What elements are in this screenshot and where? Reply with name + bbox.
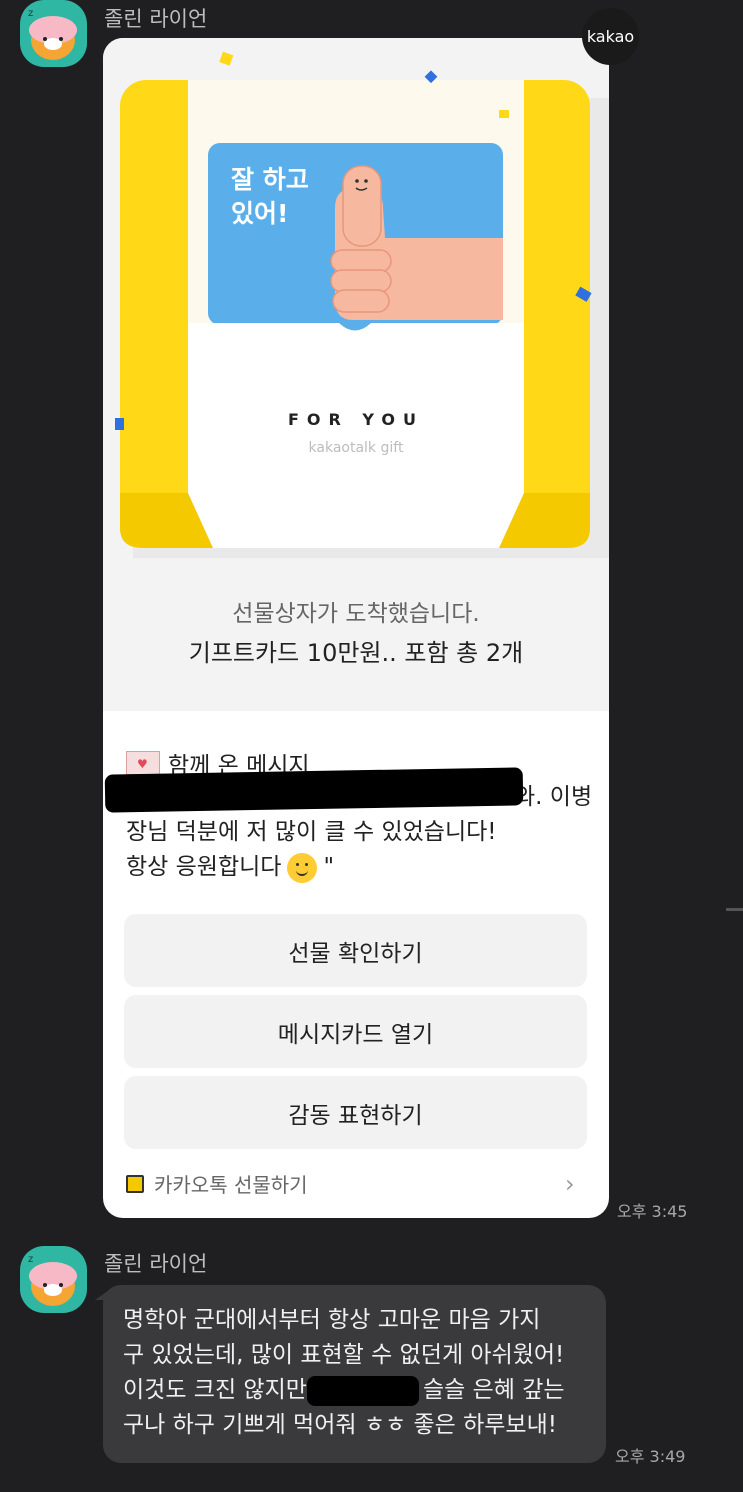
message-time: 오후 3:49: [615, 1447, 686, 1466]
svg-text:z: z: [28, 8, 33, 19]
card-slogan: 잘 하고 있어!: [231, 165, 309, 228]
redacted-text: [307, 1376, 419, 1406]
message-end-quote: ": [323, 854, 335, 880]
svg-text:z: z: [28, 1254, 33, 1265]
smile-emoji-icon: [287, 852, 318, 883]
message-time: 오후 3:45: [617, 1202, 688, 1221]
gift-summary: 기프트카드 10만원.. 포함 총 2개: [188, 639, 524, 667]
scrollbar[interactable]: [726, 908, 743, 911]
gift-card[interactable]: 잘 하고 있어! FOR YOU kakaotalk gift 선물상자가 도착…: [103, 38, 609, 1218]
express-thanks-button[interactable]: 감동 표현하기: [124, 1076, 587, 1149]
bubble-text: 명학아 군대에서부터 항상 고마운 마음 가지 구 있었는데, 많이 표현할 수…: [123, 1303, 593, 1443]
box-top-text: FOR YOU: [287, 410, 425, 429]
gift-footer-link[interactable]: 카카오톡 선물하기: [126, 1169, 308, 1198]
bubble-line: 명학아 군대에서부터 항상 고마운 마음 가지: [123, 1307, 541, 1333]
chevron-right-icon[interactable]: ›: [565, 1170, 575, 1198]
message-line: 항상 응원합니다: [126, 854, 282, 880]
message-line: 장님 덕분에 저 많이 클 수 있었습니다!: [126, 819, 497, 845]
box-brand-text: kakaotalk gift: [308, 440, 404, 456]
love-letter-icon: ♥: [126, 751, 160, 775]
sender-avatar[interactable]: z: [20, 0, 87, 67]
bubble-line: 구 있었는데, 많이 표현할 수 없던게 아쉬웠어!: [123, 1342, 565, 1368]
sender-avatar[interactable]: z: [20, 1246, 87, 1313]
arrive-text: 선물상자가 도착했습니다.: [232, 601, 480, 627]
bubble-line: 이것도 크진 않지만: [123, 1377, 307, 1403]
chat-bubble[interactable]: 명학아 군대에서부터 항상 고마운 마음 가지 구 있었는데, 많이 표현할 수…: [103, 1285, 606, 1463]
open-gift-button[interactable]: 선물 확인하기: [124, 914, 587, 987]
bubble-line: 구나 하구 기쁘게 먹어줘 ㅎㅎ 좋은 하루보내!: [123, 1412, 557, 1438]
message-line1-visible: 와. 이병: [514, 784, 593, 810]
open-message-card-button[interactable]: 메시지카드 열기: [124, 995, 587, 1068]
sender-name: 졸린 라이언: [104, 7, 208, 31]
gift-box-icon: [126, 1174, 144, 1193]
redacted-text: [104, 767, 524, 813]
gift-box-illustration: 잘 하고 있어! FOR YOU kakaotalk gift 선물상자가 도착…: [103, 38, 609, 711]
sender-name: 졸린 라이언: [104, 1252, 208, 1276]
gift-footer-label: 카카오톡 선물하기: [154, 1173, 308, 1197]
kakao-badge: kakao: [582, 8, 639, 65]
bubble-line: 슬슬 은혜 갚는: [423, 1377, 565, 1403]
